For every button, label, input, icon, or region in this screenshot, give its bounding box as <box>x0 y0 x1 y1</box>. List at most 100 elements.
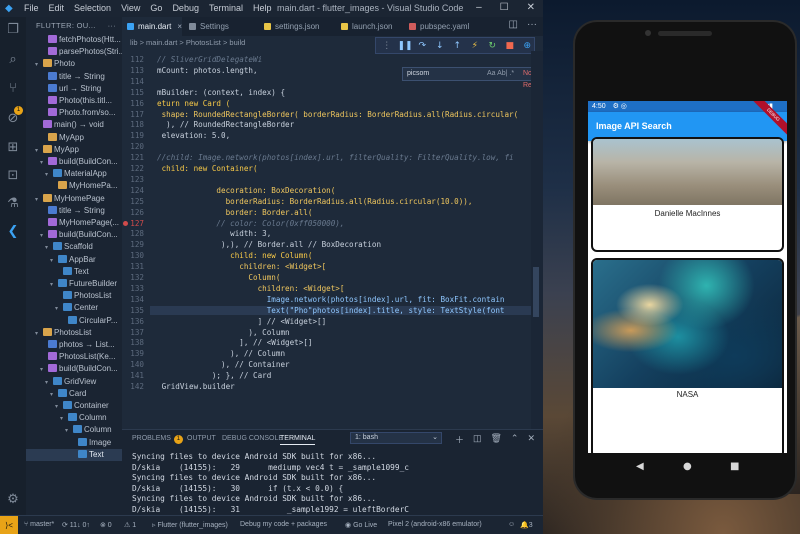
code-line[interactable]: ), // RoundedRectangleBorder <box>157 120 294 129</box>
code-line[interactable]: ), // Container <box>157 360 290 369</box>
warning-count[interactable]: ⚠ 1 <box>124 521 136 529</box>
trash-icon[interactable]: 🗑 <box>490 433 501 446</box>
code-line[interactable]: borderRadius: BorderRadius.all(Radius.ci… <box>157 197 473 206</box>
outline-item[interactable]: ▾ MaterialApp <box>26 168 122 180</box>
outline-item[interactable]: PhotosList <box>26 290 122 302</box>
code-line[interactable]: Column( <box>157 273 280 282</box>
menu-item[interactable]: Edit <box>49 3 65 13</box>
code-line[interactable]: eturn new Card ( <box>157 99 230 108</box>
debug-mode[interactable]: Debug my code + packages <box>240 521 327 528</box>
scrollbar-thumb[interactable] <box>533 267 539 317</box>
outline-item[interactable]: Photo(this.titl... <box>26 95 122 107</box>
hot-reload-icon[interactable]: ⚡ <box>468 41 482 51</box>
close-tab-icon[interactable]: × <box>177 22 182 31</box>
menu-item[interactable]: Debug <box>172 3 199 13</box>
code-line[interactable]: border: Border.all( <box>157 208 313 217</box>
outline-item[interactable]: Photo.from/so... <box>26 107 122 119</box>
settings-gear-icon[interactable]: ⚙ <box>4 491 22 509</box>
code-line[interactable]: // color: Color(0xff050000), <box>157 219 344 228</box>
menu-item[interactable]: File <box>24 3 39 13</box>
outline-item[interactable]: MyApp <box>26 132 122 144</box>
restart-icon[interactable]: ↻ <box>486 41 500 51</box>
outline-item[interactable]: PhotosList(Ke... <box>26 351 122 363</box>
remote-icon[interactable]: ⊡ <box>4 167 22 185</box>
outline-item[interactable]: Image <box>26 437 122 449</box>
minimize-icon[interactable]: – <box>476 2 482 13</box>
outline-item[interactable]: ▾ Photo <box>26 58 122 70</box>
split-terminal-icon[interactable]: ◫ <box>473 433 482 446</box>
explorer-icon[interactable]: ❐ <box>4 21 22 39</box>
code-line[interactable]: // SliverGridDelegateWi <box>157 55 262 64</box>
outline-item[interactable]: Text <box>26 448 122 461</box>
tab-settings-json[interactable]: settings.json <box>259 17 319 36</box>
code-line[interactable]: width: 3, <box>157 229 271 238</box>
code-line[interactable]: children: <Widget>[ <box>157 262 326 271</box>
step-out-icon[interactable]: ↑ <box>451 41 465 51</box>
git-sync[interactable]: ⟳ 11↓ 0↑ <box>62 521 90 529</box>
outline-item[interactable]: ▾ MyHomePage <box>26 193 122 205</box>
outline-item[interactable]: ▾ Container <box>26 400 122 412</box>
remote-indicator[interactable]: ⟩< <box>0 516 18 534</box>
code-line[interactable]: mBuilder: (context, index) { <box>157 88 285 97</box>
menu-item[interactable]: Terminal <box>209 3 243 13</box>
code-line[interactable]: ] // <Widget>[] <box>157 317 327 326</box>
code-line[interactable]: decoration: BoxDecoration( <box>157 186 335 195</box>
outline-item[interactable]: ▾ FutureBuilder <box>26 278 122 290</box>
outline-item[interactable]: fetchPhotos(Htt... <box>26 34 122 46</box>
minimap[interactable] <box>531 51 543 429</box>
photo-card[interactable]: NASA <box>591 258 784 453</box>
outline-item[interactable]: ▾ MyApp <box>26 144 122 156</box>
outline-item[interactable]: Text <box>26 266 122 278</box>
code-line[interactable]: children: <Widget>[ <box>157 284 345 293</box>
device-selector[interactable]: Pixel 2 (android-x86 emulator) <box>388 521 482 528</box>
drag-handle-icon[interactable]: ⋮ <box>380 41 394 51</box>
maximize-icon[interactable]: ☐ <box>500 2 509 13</box>
back-icon[interactable]: ◀ <box>636 461 644 472</box>
tab-terminal[interactable]: TERMINAL <box>280 435 316 445</box>
split-editor-icon[interactable]: ◫ <box>509 19 518 30</box>
new-terminal-icon[interactable]: ＋ <box>455 433 464 446</box>
more-icon[interactable]: ··· <box>527 19 537 30</box>
find-input[interactable]: picsom <box>407 70 429 77</box>
search-icon[interactable]: ⌕ <box>4 51 22 69</box>
outline-item[interactable]: ▾ AppBar <box>26 254 122 266</box>
outline-item[interactable]: main() → void <box>26 119 122 131</box>
close-icon[interactable]: ✕ <box>527 2 535 13</box>
debug-icon[interactable]: ⊘ <box>4 110 22 128</box>
recents-icon[interactable]: ■ <box>730 461 739 472</box>
flutter-icon[interactable]: ❮ <box>4 223 22 241</box>
step-over-icon[interactable]: ↷ <box>416 41 430 51</box>
code-line[interactable]: ), // Column <box>157 349 285 358</box>
code-line[interactable]: Image.network(photos[index].url, fit: Bo… <box>157 295 505 304</box>
tab-debug-console[interactable]: DEBUG CONSOLE <box>222 435 283 442</box>
error-count[interactable]: ⊗ 0 <box>100 521 112 529</box>
more-actions-icon[interactable]: ··· <box>108 17 116 34</box>
tab-output[interactable]: OUTPUT <box>187 435 216 442</box>
outline-item[interactable]: ▾ build(BuildCon... <box>26 229 122 241</box>
code-line[interactable]: GridView.builder <box>157 382 235 391</box>
git-branch[interactable]: ⑂ master* <box>24 521 54 528</box>
tab-main-dart[interactable]: main.dart × <box>122 17 183 36</box>
outline-item[interactable]: MyHomePa... <box>26 180 122 192</box>
code-line[interactable]: shape: RoundedRectangleBorder( borderRad… <box>157 110 519 119</box>
outline-item[interactable]: ▾ GridView <box>26 376 122 388</box>
outline-item[interactable]: ▾ build(BuildCon... <box>26 156 122 168</box>
source-control-icon[interactable]: ⑂ <box>4 80 22 98</box>
outline-item[interactable]: url → String <box>26 83 122 95</box>
go-live[interactable]: ◉ Go Live <box>345 521 377 529</box>
pause-icon[interactable]: ❚❚ <box>398 41 413 51</box>
code-line[interactable]: Text("Pho"photos[index].title, style: Te… <box>150 305 542 315</box>
menu-item[interactable]: Selection <box>74 3 111 13</box>
tab-problems[interactable]: PROBLEMS 1 <box>132 435 183 444</box>
find-options[interactable]: Aa Ab| .* <box>487 68 514 80</box>
tab-launch-json[interactable]: launch.json <box>336 17 392 36</box>
breakpoint-icon[interactable] <box>123 220 128 226</box>
tab-pubspec-yaml[interactable]: pubspec.yaml <box>404 17 469 36</box>
menu-item[interactable]: Help <box>253 3 272 13</box>
notifications[interactable]: 🔔3 <box>520 521 533 529</box>
code-line[interactable]: ], // <Widget>[] <box>157 338 312 347</box>
code-line[interactable]: child: new Container( <box>157 164 258 173</box>
outline-item[interactable]: title → String <box>26 205 122 217</box>
test-icon[interactable]: ⚗ <box>4 195 22 213</box>
code-line[interactable]: //child: Image.network(photos[index].url… <box>157 153 514 162</box>
